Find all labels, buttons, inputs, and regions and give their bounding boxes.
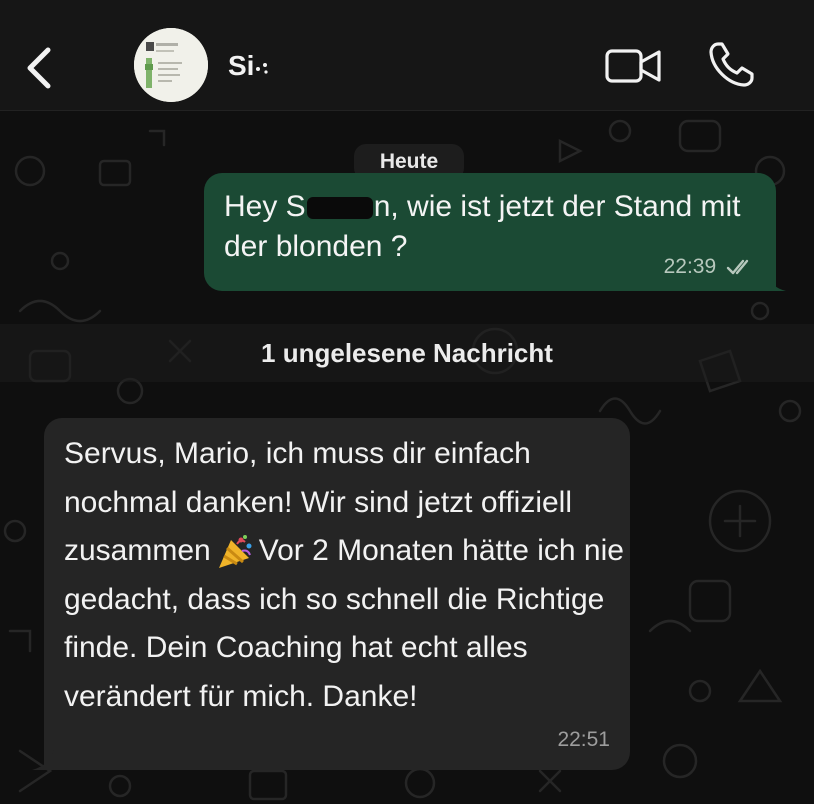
chat-header: Si [0, 0, 814, 111]
censor-bar [306, 197, 373, 220]
bubble-tail [766, 273, 786, 291]
chat-area[interactable]: Heute Hey Sn, wie ist jetzt der Stand mi… [0, 111, 814, 804]
phone-icon [709, 42, 754, 87]
back-button[interactable] [22, 44, 56, 92]
video-camera-icon [605, 49, 661, 83]
message-time: 22:39 [663, 255, 717, 278]
unread-messages-banner: 1 ungelesene Nachricht [0, 324, 814, 382]
voice-call-button[interactable] [706, 40, 756, 90]
avatar-image [134, 28, 208, 102]
chevron-left-icon [27, 47, 51, 89]
message-time: 22:51 [557, 728, 610, 751]
message-meta: 22:51 [557, 728, 610, 752]
contact-name[interactable]: Si [228, 50, 270, 82]
message-text: Servus, Mario, ich muss dir einfach noch… [64, 430, 624, 721]
chat-screen: Si Heute Hey S n, wie ist jetzt der Stan… [0, 0, 814, 804]
double-check-read-icon [726, 260, 749, 275]
message-text-start: Hey S [224, 190, 306, 223]
message-meta: 22:39 [664, 255, 756, 279]
video-call-button[interactable] [604, 46, 664, 86]
party-popper-icon [218, 535, 252, 569]
outgoing-message[interactable]: Hey Sn, wie ist jetzt der Stand mit der … [204, 173, 786, 291]
name-censor-mark [256, 63, 269, 74]
incoming-message[interactable]: Servus, Mario, ich muss dir einfach noch… [32, 418, 630, 770]
contact-avatar[interactable] [134, 28, 208, 102]
contact-name-text: Si [228, 50, 255, 81]
bubble-tail [32, 750, 54, 770]
